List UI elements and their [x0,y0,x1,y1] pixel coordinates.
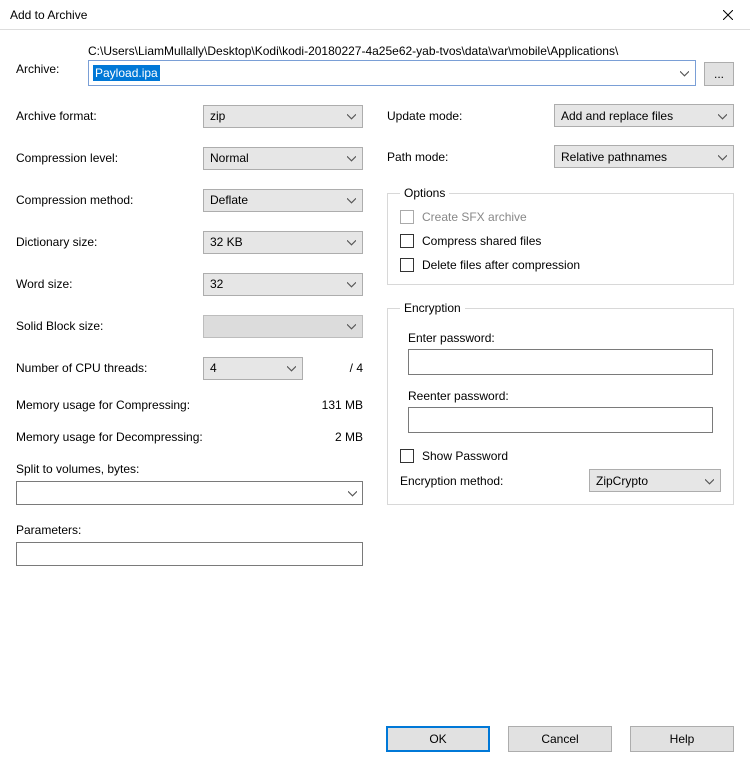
chevron-down-icon [718,150,727,164]
solid-block-size-select [203,315,363,338]
parameters-label: Parameters: [16,523,363,537]
reenter-password-input[interactable] [408,407,713,433]
options-legend: Options [400,186,449,200]
update-mode-label: Update mode: [387,109,462,123]
options-group: Options Create SFX archive Compress shar… [387,186,734,285]
split-volumes-label: Split to volumes, bytes: [16,462,363,476]
encryption-method-label: Encryption method: [400,474,503,488]
compress-shared-checkbox[interactable]: Compress shared files [400,234,721,248]
delete-after-checkbox[interactable]: Delete files after compression [400,258,721,272]
chevron-down-icon [347,109,356,123]
chevron-down-icon [705,474,714,488]
show-password-checkbox[interactable]: Show Password [400,449,721,463]
window-title: Add to Archive [10,8,87,22]
enter-password-input[interactable] [408,349,713,375]
dictionary-size-label: Dictionary size: [16,235,203,249]
encryption-legend: Encryption [400,301,465,315]
path-mode-label: Path mode: [387,150,448,164]
split-volumes-input[interactable] [16,481,363,505]
checkbox-icon [400,234,414,248]
compression-method-label: Compression method: [16,193,203,207]
word-size-select[interactable]: 32 [203,273,363,296]
checkbox-icon [400,258,414,272]
checkbox-icon [400,210,414,224]
close-button[interactable] [705,0,750,30]
cpu-threads-label: Number of CPU threads: [16,361,203,375]
archive-name-combo[interactable]: Payload.ipa [88,60,696,86]
update-mode-select[interactable]: Add and replace files [554,104,734,127]
chevron-down-icon [347,319,356,333]
chevron-down-icon [718,109,727,123]
archive-filename: Payload.ipa [93,65,160,81]
checkbox-icon [400,449,414,463]
enter-password-label: Enter password: [408,331,713,345]
titlebar: Add to Archive [0,0,750,30]
compression-level-select[interactable]: Normal [203,147,363,170]
reenter-password-label: Reenter password: [408,389,713,403]
word-size-label: Word size: [16,277,203,291]
memory-compress-value: 131 MB [322,398,363,412]
cpu-threads-select[interactable]: 4 [203,357,303,380]
chevron-down-icon [347,193,356,207]
help-button[interactable]: Help [630,726,734,752]
encryption-group: Encryption Enter password: Reenter passw… [387,301,734,505]
ok-button[interactable]: OK [386,726,490,752]
path-mode-select[interactable]: Relative pathnames [554,145,734,168]
create-sfx-checkbox: Create SFX archive [400,210,721,224]
archive-format-label: Archive format: [16,109,203,123]
chevron-down-icon [348,486,357,500]
memory-compress-label: Memory usage for Compressing: [16,398,190,412]
chevron-down-icon [287,361,296,375]
parameters-input[interactable] [16,542,363,566]
chevron-down-icon [347,235,356,249]
dictionary-size-select[interactable]: 32 KB [203,231,363,254]
browse-button[interactable]: ... [704,62,734,86]
chevron-down-icon [347,151,356,165]
solid-block-size-label: Solid Block size: [16,319,203,333]
memory-decompress-label: Memory usage for Decompressing: [16,430,203,444]
compression-level-label: Compression level: [16,151,203,165]
cpu-threads-max: / 4 [313,361,363,375]
archive-path: C:\Users\LiamMullally\Desktop\Kodi\kodi-… [88,44,696,58]
memory-decompress-value: 2 MB [335,430,363,444]
encryption-method-select[interactable]: ZipCrypto [589,469,721,492]
cancel-button[interactable]: Cancel [508,726,612,752]
compression-method-select[interactable]: Deflate [203,189,363,212]
close-icon [723,10,733,20]
archive-format-select[interactable]: zip [203,105,363,128]
chevron-down-icon [347,277,356,291]
chevron-down-icon [680,66,689,80]
archive-label: Archive: [16,44,80,76]
